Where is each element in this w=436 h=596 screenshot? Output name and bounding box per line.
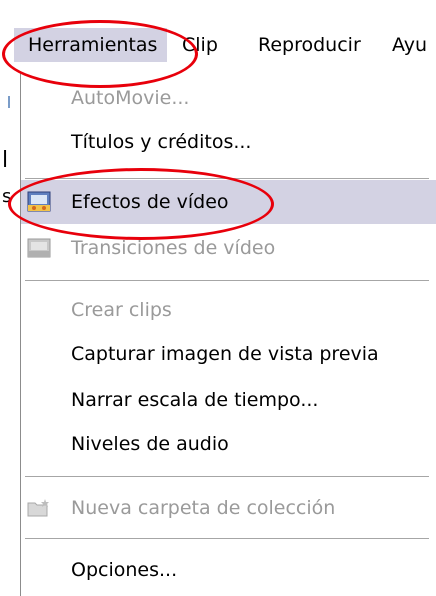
menu-separator xyxy=(25,538,429,539)
menu-item-nueva-carpeta[interactable]: Nueva carpeta de colección xyxy=(21,486,436,530)
menu-item-efectos-video[interactable]: Efectos de vídeo xyxy=(21,180,436,224)
menu-item-label: Niveles de audio xyxy=(71,433,229,455)
new-folder-icon xyxy=(25,496,53,520)
menu-item-niveles-audio[interactable]: Niveles de audio xyxy=(21,422,436,466)
menu-item-label: Transiciones de vídeo xyxy=(71,237,276,259)
menu-item-label: Efectos de vídeo xyxy=(71,191,229,213)
menu-item-opciones[interactable]: Opciones... xyxy=(21,548,436,592)
background-edge xyxy=(8,96,16,108)
menu-item-label: Capturar imagen de vista previa xyxy=(71,343,379,365)
menu-item-capturar-imagen[interactable]: Capturar imagen de vista previa xyxy=(21,332,436,376)
menu-clip[interactable]: Clip xyxy=(182,34,218,56)
menu-ayuda-label: Ayu xyxy=(392,34,427,56)
menu-item-label: Nueva carpeta de colección xyxy=(71,497,336,519)
video-transitions-icon xyxy=(25,236,53,260)
menu-reproducir[interactable]: Reproducir xyxy=(258,34,361,56)
menu-item-narrar-escala[interactable]: Narrar escala de tiempo... xyxy=(21,378,436,422)
menu-separator xyxy=(25,280,429,281)
video-effects-icon xyxy=(25,190,53,214)
menu-item-label: Crear clips xyxy=(71,299,172,321)
menu-item-label: AutoMovie... xyxy=(71,87,190,109)
menu-separator xyxy=(25,178,429,179)
menu-item-transiciones-video[interactable]: Transiciones de vídeo xyxy=(21,226,436,270)
menu-item-label: Narrar escala de tiempo... xyxy=(71,389,319,411)
menu-bar: Herramientas Clip Reproducir Ayu xyxy=(0,0,436,72)
menu-ayuda[interactable]: Ayu xyxy=(392,34,427,56)
menu-item-titulos-creditos[interactable]: Títulos y créditos... xyxy=(21,120,436,164)
menu-reproducir-label: Reproducir xyxy=(258,34,361,56)
background-text-fragment: s xyxy=(2,186,12,207)
herramientas-dropdown-menu: AutoMovie... Títulos y créditos... Efect… xyxy=(20,72,436,596)
menu-herramientas-label: Herramientas xyxy=(28,34,158,56)
menu-herramientas[interactable]: Herramientas xyxy=(14,28,168,62)
menu-item-label: Opciones... xyxy=(71,559,178,581)
menu-item-label: Títulos y créditos... xyxy=(71,131,252,153)
menu-clip-label: Clip xyxy=(182,34,218,56)
menu-item-crear-clips[interactable]: Crear clips xyxy=(21,288,436,332)
menu-separator xyxy=(25,476,429,477)
background-text-fragment: l xyxy=(2,148,9,173)
menu-item-automovie[interactable]: AutoMovie... xyxy=(21,76,436,120)
